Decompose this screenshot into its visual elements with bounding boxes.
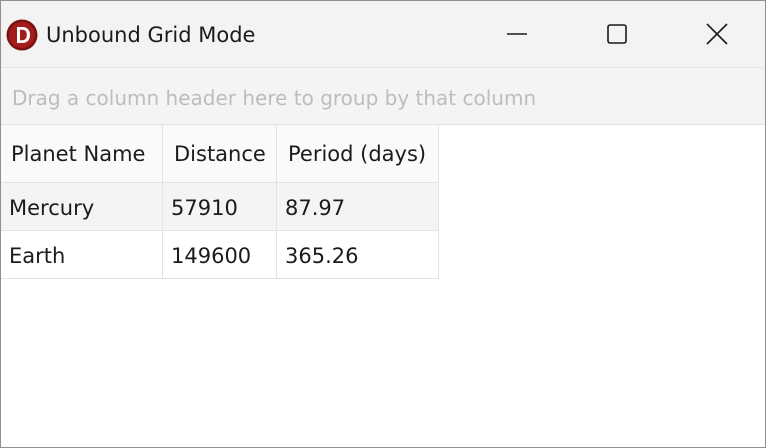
maximize-icon (607, 24, 627, 44)
grid-cell[interactable]: 57910 (163, 183, 277, 231)
column-header-period[interactable]: Period (days) (277, 125, 439, 183)
column-header-planet-name[interactable]: Planet Name (1, 125, 163, 183)
minimize-icon (507, 33, 527, 35)
grid-cell[interactable]: 365.26 (277, 231, 439, 279)
close-button[interactable] (667, 1, 765, 67)
title-bar[interactable]: Unbound Grid Mode (1, 1, 765, 67)
grid-cell[interactable]: 87.97 (277, 183, 439, 231)
group-by-hint: Drag a column header here to group by th… (12, 86, 537, 110)
app-logo-icon (6, 19, 38, 51)
table-row[interactable]: Earth 149600 365.26 (1, 231, 439, 279)
grid-cell[interactable]: 149600 (163, 231, 277, 279)
data-grid: Planet Name Distance Period (days) Mercu… (1, 125, 439, 279)
grid-cell[interactable]: Mercury (1, 183, 163, 231)
minimize-button[interactable] (467, 1, 567, 67)
app-window: Unbound Grid Mode Drag a column header h… (0, 0, 766, 448)
table-row[interactable]: Mercury 57910 87.97 (1, 183, 439, 231)
window-title: Unbound Grid Mode (46, 23, 256, 47)
maximize-button[interactable] (567, 1, 667, 67)
column-header-distance[interactable]: Distance (163, 125, 277, 183)
grid-header: Planet Name Distance Period (days) (1, 125, 439, 183)
grid-cell[interactable]: Earth (1, 231, 163, 279)
group-by-panel[interactable]: Drag a column header here to group by th… (1, 67, 765, 125)
close-icon (706, 23, 728, 45)
